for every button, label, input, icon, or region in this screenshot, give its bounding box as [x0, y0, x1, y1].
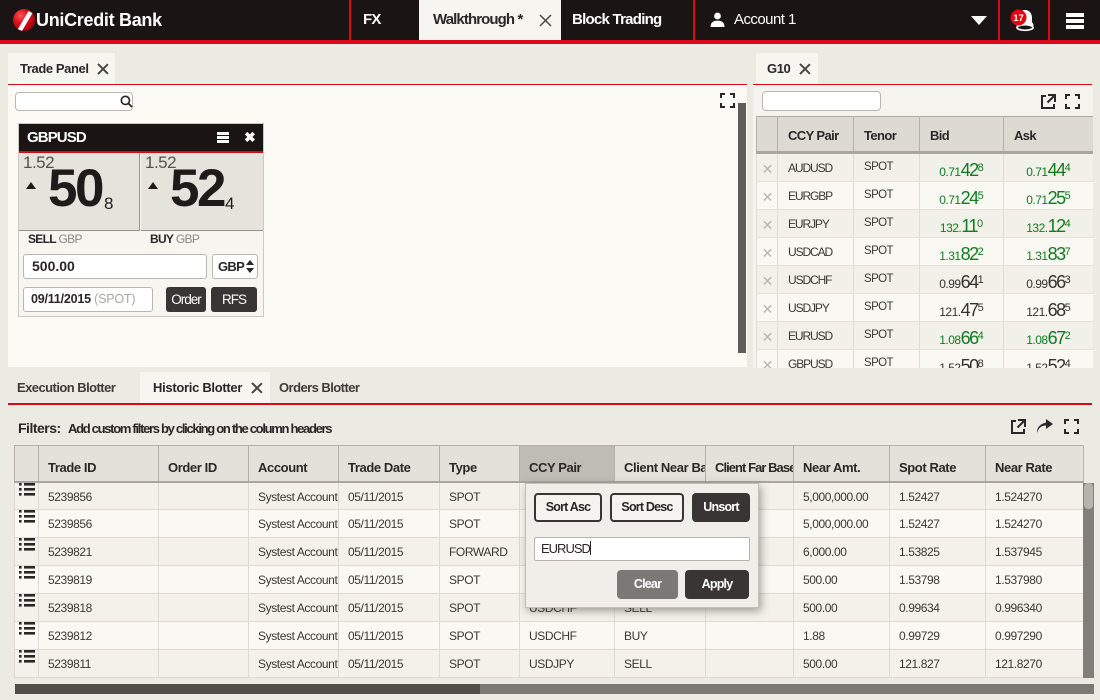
svg-text:17: 17 [1013, 13, 1024, 24]
